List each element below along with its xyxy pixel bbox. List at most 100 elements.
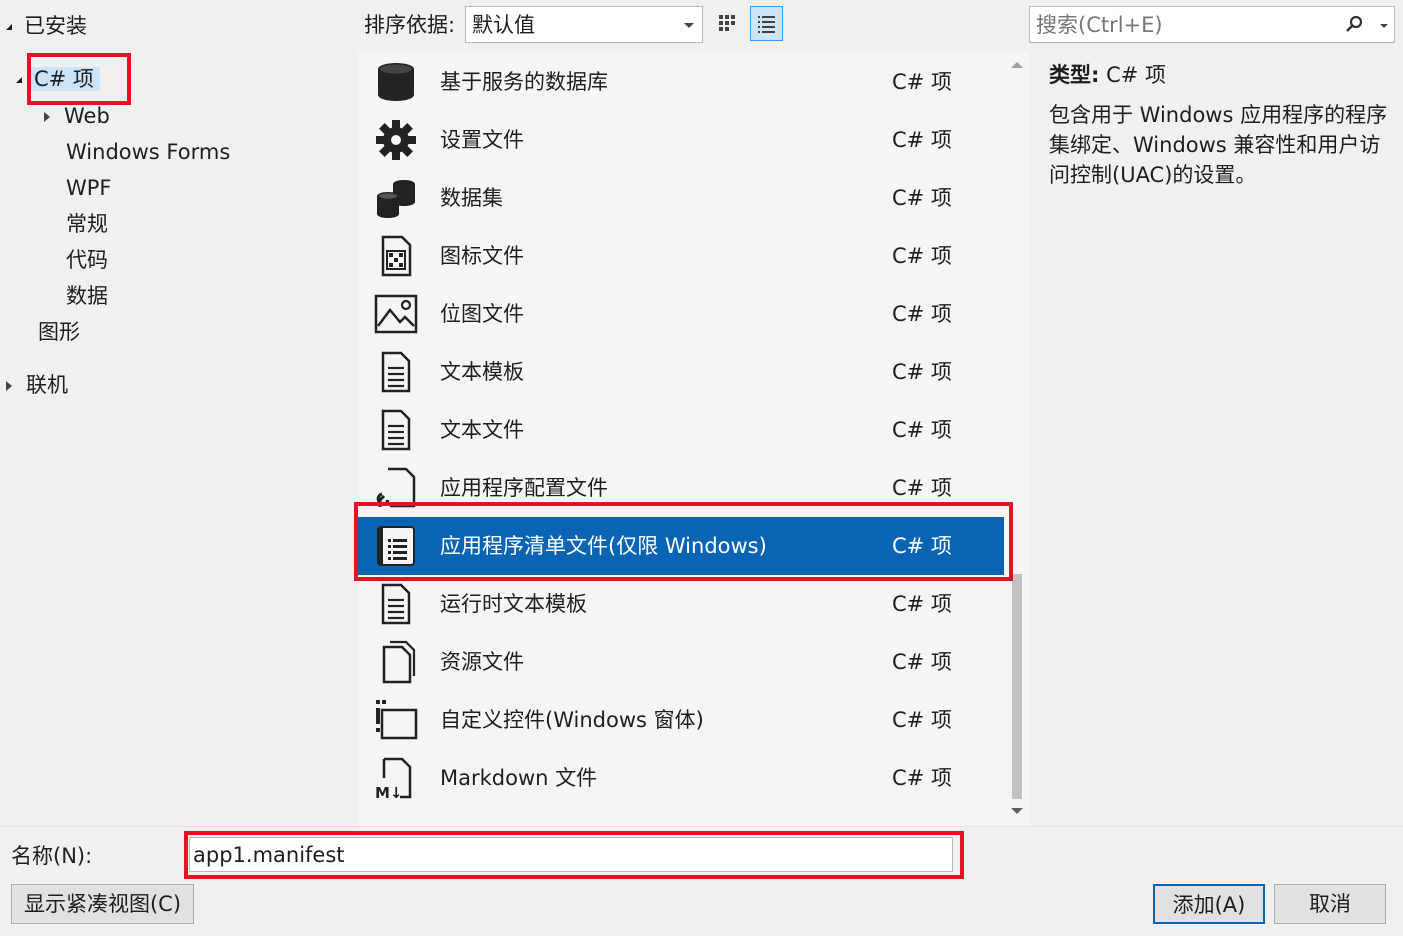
item-name: 数据集 [440, 186, 503, 210]
collapsed-arrow-icon[interactable] [6, 381, 12, 391]
resource-file-icon [382, 640, 416, 684]
tree-node-online[interactable]: 联机 [6, 367, 68, 403]
item-type: C# 项 [892, 128, 952, 152]
tree-node-label: 数据 [66, 284, 108, 308]
tree-node-label: 联机 [26, 373, 68, 397]
search-placeholder: 搜索(Ctrl+E) [1036, 13, 1163, 37]
details-description: 包含用于 Windows 应用程序的程序集绑定、Windows 兼容性和用户访问… [1049, 103, 1388, 187]
svg-text:M↓: M↓ [375, 784, 403, 800]
tree-node-label: 已安装 [24, 14, 87, 38]
compact-view-button[interactable]: 显示紧凑视图(C) [11, 884, 194, 924]
list-item[interactable]: 文本文件 C# 项 [358, 401, 1004, 459]
list-view-button[interactable] [750, 6, 783, 41]
list-item[interactable]: 图标文件 C# 项 [358, 227, 1004, 285]
details-type: 类型: C# 项 [1049, 58, 1166, 92]
collapsed-arrow-icon[interactable] [44, 112, 50, 122]
item-type: C# 项 [892, 244, 952, 268]
list-item[interactable]: 位图文件 C# 项 [358, 285, 1004, 343]
item-type: C# 项 [892, 418, 952, 442]
medium-icons-view-button[interactable] [711, 6, 744, 41]
sort-dropdown[interactable]: 默认值 [465, 6, 703, 43]
item-type: C# 项 [892, 708, 952, 732]
text-file-icon [381, 409, 411, 451]
search-options-chevron-icon[interactable] [1380, 24, 1388, 28]
item-type: C# 项 [892, 302, 952, 326]
add-button[interactable]: 添加(A) [1153, 884, 1265, 924]
chevron-down-icon [684, 23, 694, 28]
list-scrollbar[interactable] [1004, 52, 1029, 826]
text-template-icon [381, 351, 411, 393]
tree-node-label: Web [64, 104, 110, 128]
list-item[interactable]: 文本模板 C# 项 [358, 343, 1004, 401]
scroll-down-arrow-icon[interactable] [1011, 808, 1023, 814]
item-name: 自定义控件(Windows 窗体) [440, 708, 704, 732]
list-view-icon [758, 16, 775, 33]
item-type: C# 项 [892, 592, 952, 616]
tree-node-wpf[interactable]: WPF [66, 170, 112, 206]
list-item-selected[interactable]: 应用程序清单文件(仅限 Windows) C# 项 [358, 517, 1004, 575]
custom-control-icon [376, 700, 418, 740]
tree-node-label: Windows Forms [66, 140, 231, 164]
item-name: 应用程序配置文件 [440, 476, 608, 500]
list-item[interactable]: 自定义控件(Windows 窗体) C# 项 [358, 691, 1004, 749]
item-name: 图标文件 [440, 244, 524, 268]
list-item[interactable]: 设置文件 C# 项 [358, 111, 1004, 169]
details-type-label: 类型: [1049, 63, 1100, 87]
search-icon[interactable] [1344, 15, 1364, 35]
expanded-arrow-icon[interactable] [16, 77, 22, 83]
sort-value: 默认值 [472, 13, 535, 37]
tree-node-windows-forms[interactable]: Windows Forms [66, 134, 230, 170]
item-type: C# 项 [892, 360, 952, 384]
tree-node-csharp-items[interactable]: C# 项 [16, 61, 100, 97]
toolbar: 排序依据: 默认值 搜索(Ctrl+E) [358, 0, 1403, 50]
name-field[interactable] [189, 837, 953, 872]
list-item[interactable]: 应用程序配置文件 C# 项 [358, 459, 1004, 517]
item-name: 运行时文本模板 [440, 592, 587, 616]
item-name: 位图文件 [440, 302, 524, 326]
database-icon [378, 63, 414, 101]
expanded-arrow-icon[interactable] [6, 24, 12, 30]
tree-node-graphics[interactable]: 图形 [38, 314, 80, 350]
scroll-up-arrow-icon[interactable] [1011, 62, 1023, 68]
list-item[interactable]: 资源文件 C# 项 [358, 633, 1004, 691]
item-type: C# 项 [892, 186, 952, 210]
template-list: 基于服务的数据库 C# 项 设置文件 C# 项 数据集 C# 项 图标文件 C#… [358, 52, 1029, 826]
config-file-icon [376, 467, 416, 508]
item-type: C# 项 [892, 766, 952, 790]
item-name: 基于服务的数据库 [440, 70, 608, 94]
gear-icon [376, 120, 416, 160]
details-panel: 类型: C# 项 包含用于 Windows 应用程序的程序集绑定、Windows… [1029, 50, 1403, 826]
tree-node-label: WPF [66, 176, 112, 200]
list-item[interactable]: 数据集 C# 项 [358, 169, 1004, 227]
tree-node-data[interactable]: 数据 [66, 278, 108, 314]
item-name: 文本文件 [440, 418, 524, 442]
runtime-template-icon [381, 583, 411, 625]
item-name: Markdown 文件 [440, 766, 598, 790]
tree-node-web[interactable]: Web [44, 98, 110, 134]
details-type-value: C# 项 [1106, 63, 1167, 87]
bottom-bar: 名称(N): 显示紧凑视图(C) 添加(A) 取消 [0, 826, 1403, 936]
grid-view-icon [719, 15, 735, 31]
tree-node-code[interactable]: 代码 [66, 242, 108, 278]
item-name: 应用程序清单文件(仅限 Windows) [440, 534, 767, 558]
item-type: C# 项 [892, 476, 952, 500]
search-box[interactable]: 搜索(Ctrl+E) [1029, 6, 1395, 43]
item-type: C# 项 [892, 534, 952, 558]
cancel-button[interactable]: 取消 [1274, 884, 1386, 924]
tree-node-general[interactable]: 常规 [66, 206, 108, 242]
tree-node-label: 常规 [66, 212, 108, 236]
sort-label: 排序依据: [364, 13, 456, 37]
tree-node-installed[interactable]: 已安装 [6, 8, 87, 44]
item-type: C# 项 [892, 650, 952, 674]
tree-node-label: C# 项 [30, 67, 100, 91]
scroll-thumb[interactable] [1012, 574, 1022, 799]
list-item[interactable]: 运行时文本模板 C# 项 [358, 575, 1004, 633]
dataset-icon [377, 180, 415, 218]
list-item[interactable]: 基于服务的数据库 C# 项 [358, 53, 1004, 111]
name-label: 名称(N): [11, 844, 93, 868]
icon-file-icon [381, 235, 412, 277]
item-name: 文本模板 [440, 360, 524, 384]
list-item[interactable]: M↓ Markdown 文件 C# 项 [358, 749, 1004, 807]
bitmap-icon [374, 294, 418, 334]
markdown-icon: M↓ [375, 757, 412, 800]
